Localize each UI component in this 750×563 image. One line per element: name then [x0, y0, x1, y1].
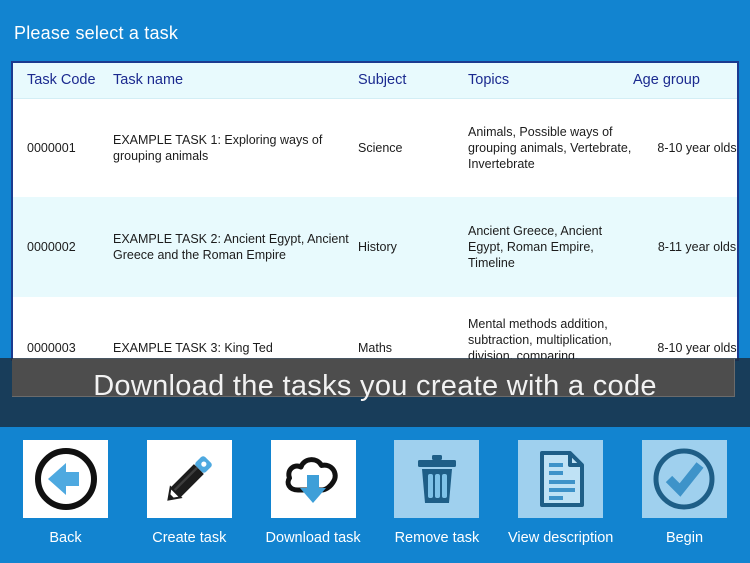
cell-task-name: EXAMPLE TASK 2: Ancient Egypt, Ancient G…: [113, 197, 358, 297]
toolbar-label-view-description: View description: [508, 530, 614, 546]
toolbar-label-create-task: Create task: [152, 530, 227, 546]
begin-button[interactable]: [641, 440, 727, 518]
cell-task-name: EXAMPLE TASK 3: King Ted: [113, 297, 358, 359]
check-circle-icon: [651, 446, 717, 512]
cell-task-code: 0000001: [13, 98, 113, 197]
toolbar-label-remove-task: Remove task: [394, 530, 480, 546]
cell-subject: Science: [358, 98, 468, 197]
task-table: Task Code Task name Subject Topics Age g…: [13, 63, 737, 359]
bottom-toolbar: Back Create task Download task Remove ta…: [0, 427, 750, 563]
document-icon: [530, 448, 592, 510]
back-arrow-circle-icon: [33, 446, 99, 512]
remove-task-button[interactable]: [394, 440, 480, 518]
cell-age-group: 8-10 year olds: [633, 98, 737, 197]
cloud-download-icon: [280, 446, 346, 512]
table-body: 0000001 EXAMPLE TASK 1: Exploring ways o…: [13, 98, 737, 359]
tip-message: Download the tasks you create with a cod…: [93, 370, 657, 402]
column-header-topics: Topics: [468, 63, 633, 99]
cell-subject: Maths: [358, 297, 468, 359]
table-row[interactable]: 0000003 EXAMPLE TASK 3: King Ted Maths M…: [13, 297, 737, 359]
column-header-task-name: Task name: [113, 63, 358, 99]
cell-topics: Ancient Greece, Ancient Egypt, Roman Emp…: [468, 197, 633, 297]
cell-age-group: 8-10 year olds: [633, 297, 737, 359]
cell-age-group: 8-11 year olds: [633, 197, 737, 297]
toolbar-item-view-description[interactable]: View description: [503, 440, 618, 546]
page-title: Please select a task: [14, 23, 179, 43]
view-description-button[interactable]: [518, 440, 604, 518]
table-header: Task Code Task name Subject Topics Age g…: [13, 63, 737, 99]
task-table-container: Task Code Task name Subject Topics Age g…: [11, 61, 739, 361]
cell-task-name: EXAMPLE TASK 1: Exploring ways of groupi…: [113, 98, 358, 197]
column-header-task-code: Task Code: [13, 63, 113, 99]
toolbar-label-back: Back: [49, 530, 82, 546]
cell-topics: Animals, Possible ways of grouping anima…: [468, 98, 633, 197]
pencil-icon: [156, 446, 222, 512]
app-root: Please select a task Task Code Task name…: [0, 0, 750, 563]
column-header-age-group: Age group: [633, 63, 737, 99]
toolbar-label-download-task: Download task: [265, 530, 361, 546]
cell-task-code: 0000002: [13, 197, 113, 297]
toolbar-item-download-task[interactable]: Download task: [256, 440, 371, 546]
table-header-row: Task Code Task name Subject Topics Age g…: [13, 63, 737, 99]
trash-icon: [406, 448, 468, 510]
column-header-subject: Subject: [358, 63, 468, 99]
toolbar-item-begin[interactable]: Begin: [627, 440, 742, 546]
cell-topics: Mental methods addition, subtraction, mu…: [468, 297, 633, 359]
table-row[interactable]: 0000002 EXAMPLE TASK 2: Ancient Egypt, A…: [13, 197, 737, 297]
toolbar-item-remove-task[interactable]: Remove task: [379, 440, 494, 546]
toolbar-item-back[interactable]: Back: [8, 440, 123, 546]
cell-task-code: 0000003: [13, 297, 113, 359]
back-button[interactable]: [23, 440, 108, 518]
cell-subject: History: [358, 197, 468, 297]
table-row[interactable]: 0000001 EXAMPLE TASK 1: Exploring ways o…: [13, 98, 737, 197]
toolbar-label-begin: Begin: [665, 530, 704, 546]
toolbar-item-create-task[interactable]: Create task: [132, 440, 247, 546]
download-task-button[interactable]: [270, 440, 356, 518]
create-task-button[interactable]: [146, 440, 232, 518]
